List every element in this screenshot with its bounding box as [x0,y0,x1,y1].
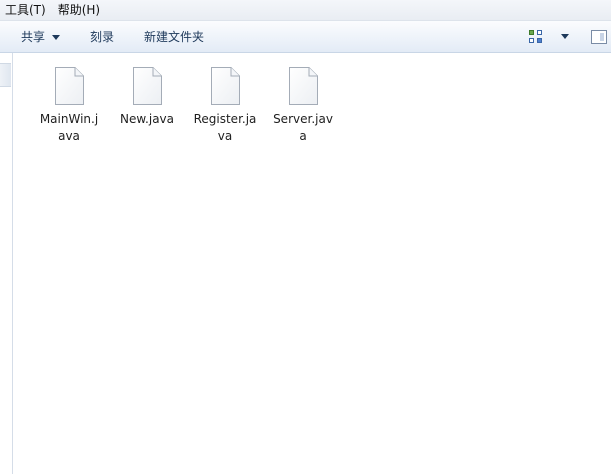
file-item[interactable]: Register.ja va [186,65,264,145]
burn-button[interactable]: 刻录 [81,25,123,49]
file-name: Register.ja va [193,112,257,143]
file-item[interactable]: Server.jav a [264,65,342,145]
new-folder-button[interactable]: 新建文件夹 [135,25,213,49]
file-name: MainWin.j ava [39,112,99,143]
navigation-pane[interactable] [0,53,13,474]
file-item[interactable]: New.java [108,65,186,145]
java-file-icon [209,66,241,106]
new-folder-button-label: 新建文件夹 [144,29,205,44]
file-name: Server.jav a [273,112,333,143]
nav-pane-selected-item[interactable] [0,63,11,87]
command-bar: 共享 刻录 新建文件夹 [0,21,611,53]
java-file-icon [287,66,319,106]
java-file-icon [53,66,85,106]
view-options-icon [529,29,543,44]
explorer-window: 工具(T) 帮助(H) 共享 刻录 新建文件夹 MainWin.j ava Ne… [0,0,611,474]
burn-button-label: 刻录 [90,29,115,44]
preview-pane-icon[interactable] [591,29,607,44]
file-grid: MainWin.j ava New.java Register.ja va Se… [30,65,342,145]
view-chevron-down-icon[interactable] [561,34,569,39]
view-controls [525,21,611,52]
change-view-button[interactable] [525,25,591,49]
menu-tools[interactable]: 工具(T) [0,0,52,20]
file-list-area[interactable]: MainWin.j ava New.java Register.ja va Se… [13,53,611,474]
file-item[interactable]: MainWin.j ava [30,65,108,145]
share-button[interactable]: 共享 [12,25,69,49]
chevron-down-icon [52,34,61,40]
menu-help[interactable]: 帮助(H) [52,0,106,20]
menu-bar: 工具(T) 帮助(H) [0,0,611,21]
java-file-icon [131,66,163,106]
file-name: New.java [119,112,175,126]
share-button-label: 共享 [21,29,46,44]
